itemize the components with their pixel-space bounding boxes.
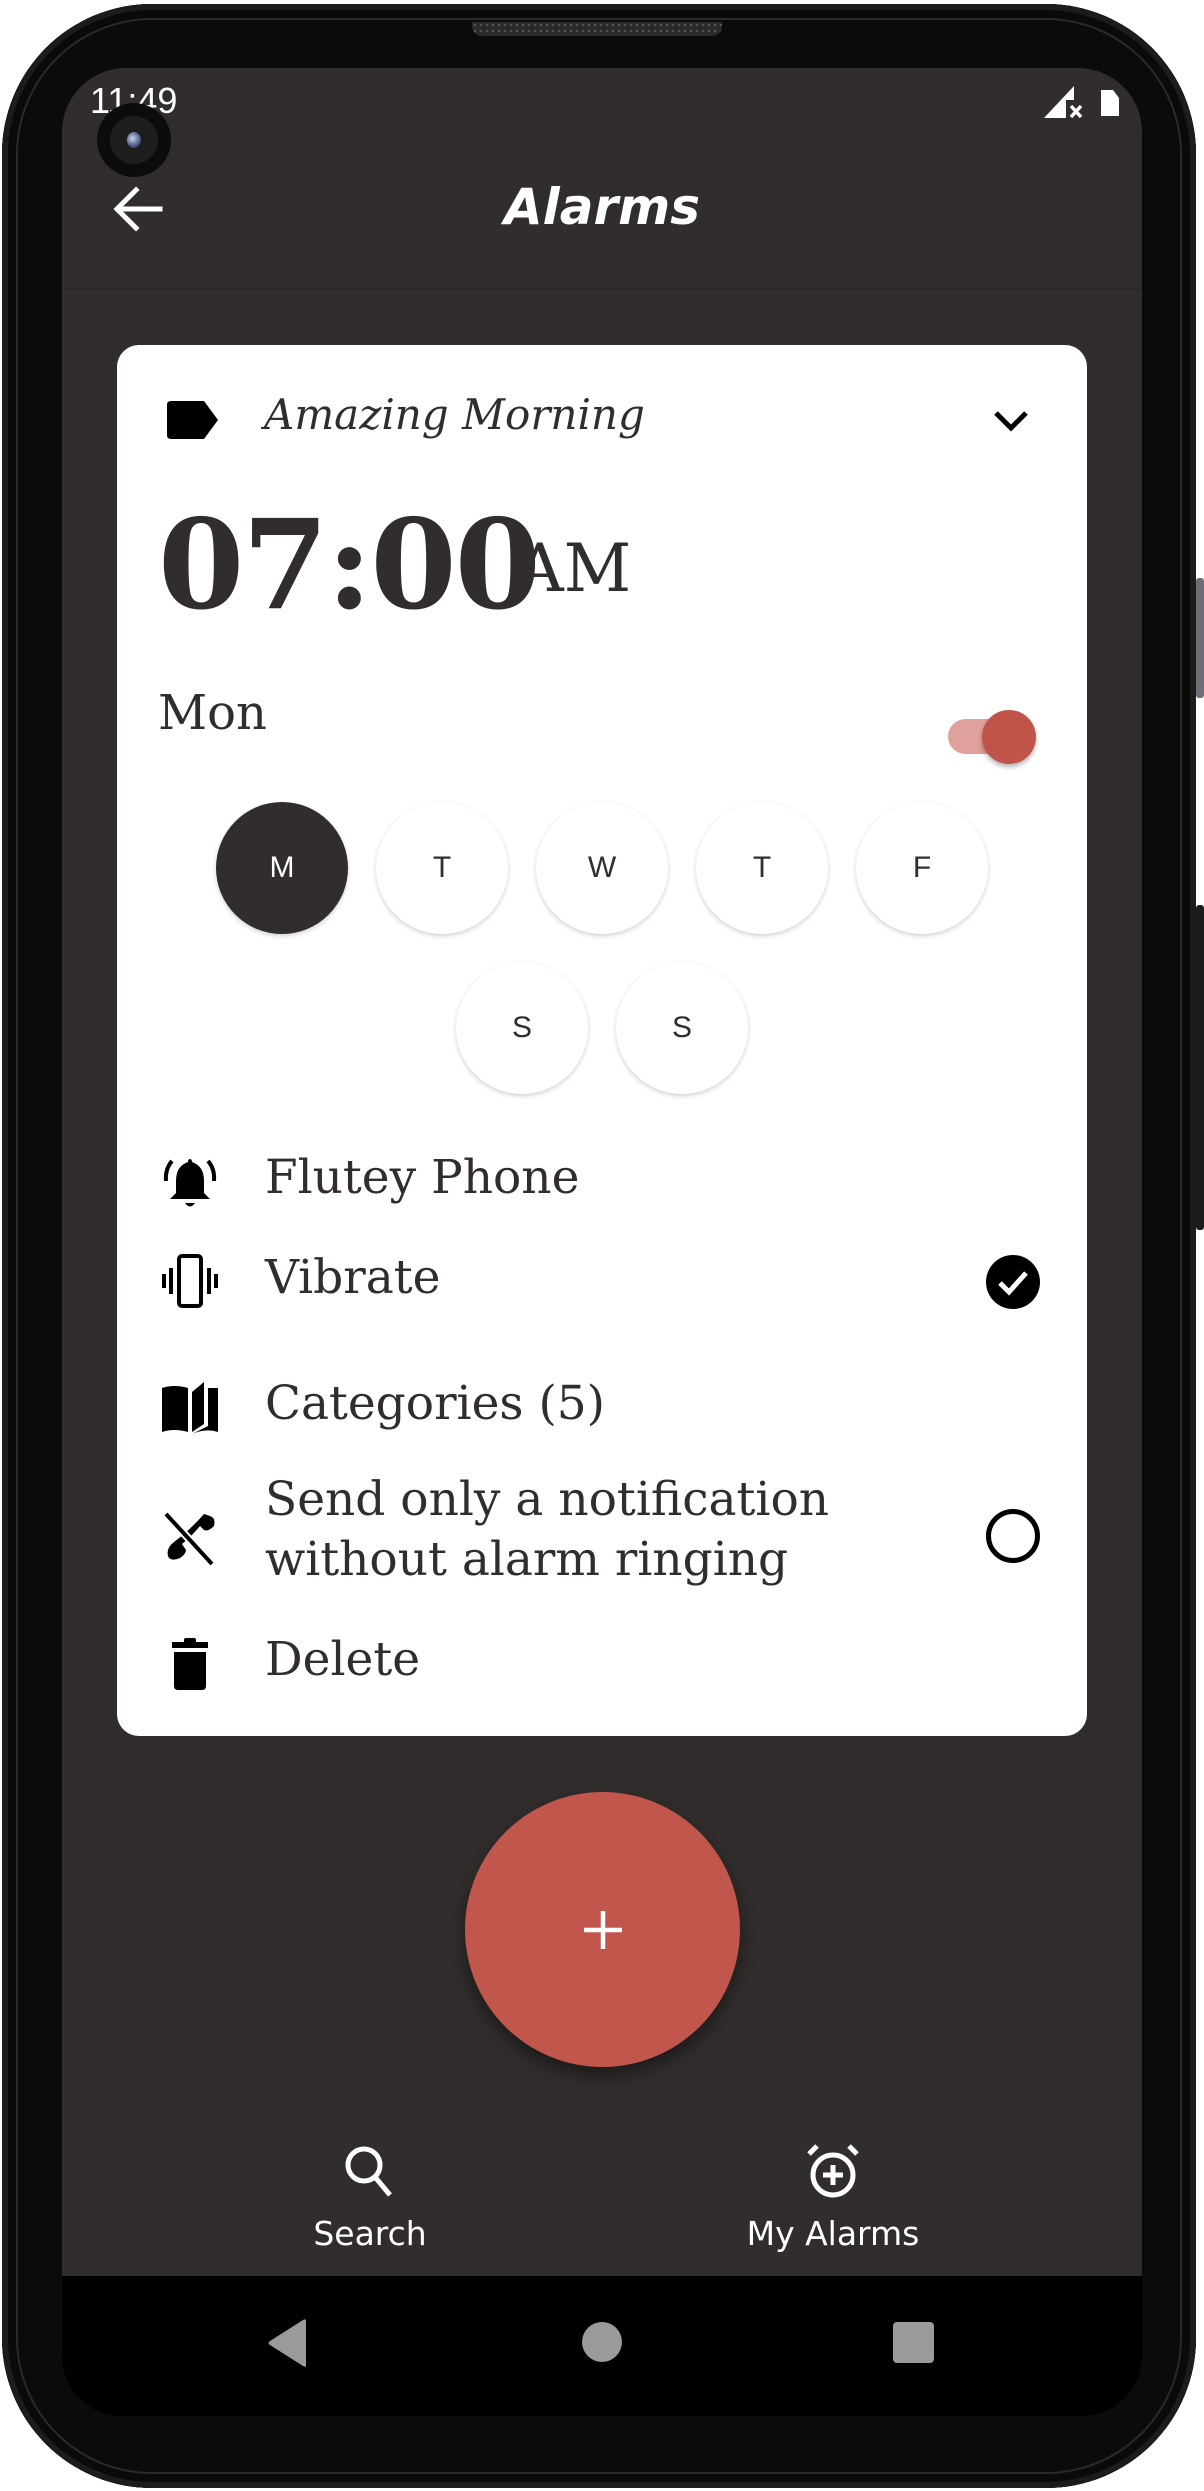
search-icon xyxy=(345,2146,392,2197)
plus-icon xyxy=(584,1911,622,1949)
alarm-add-icon xyxy=(807,2144,859,2198)
page-title: Alarms xyxy=(503,178,701,236)
day-toggle-tuesday[interactable]: T xyxy=(376,802,508,934)
tab-my-alarms-label: My Alarms xyxy=(746,2214,920,2253)
system-recents-icon[interactable] xyxy=(893,2322,934,2363)
categories-label: Categories (5) xyxy=(265,1376,606,1431)
add-alarm-fab[interactable] xyxy=(465,1792,740,2067)
day-toggle-monday[interactable]: M xyxy=(216,802,348,934)
vibration-icon xyxy=(162,1254,218,1308)
tab-search[interactable]: Search xyxy=(250,2140,490,2270)
chevron-down-icon[interactable] xyxy=(990,405,1032,435)
phone-off-icon xyxy=(163,1511,215,1567)
system-home-icon[interactable] xyxy=(582,2322,622,2362)
day-toggle-friday[interactable]: F xyxy=(856,802,988,934)
tab-search-label: Search xyxy=(313,2214,427,2253)
front-camera xyxy=(97,103,171,177)
tab-my-alarms[interactable]: My Alarms xyxy=(713,2140,953,2270)
alarm-time[interactable]: 07:00 xyxy=(158,493,541,638)
battery-icon xyxy=(1101,90,1119,116)
day-toggle-thursday[interactable]: T xyxy=(696,802,828,934)
notification-only-unchecked-icon[interactable] xyxy=(985,1508,1041,1564)
label-tag-icon xyxy=(167,401,218,439)
day-toggle-saturday[interactable]: S xyxy=(456,962,588,1094)
earpiece-speaker xyxy=(472,22,722,36)
vibrate-checked-icon[interactable] xyxy=(985,1254,1041,1310)
ringtone-label: Flutey Phone xyxy=(265,1150,580,1205)
volume-button xyxy=(1196,578,1204,698)
trash-icon xyxy=(172,1638,208,1690)
book-open-icon xyxy=(162,1382,218,1434)
app-bar-divider xyxy=(62,288,1142,290)
toggle-thumb xyxy=(982,710,1036,764)
notification-only-label-line2: without alarm ringing xyxy=(265,1532,789,1587)
power-button xyxy=(1196,905,1204,1230)
alarm-label[interactable]: Amazing Morning xyxy=(264,390,645,439)
alarm-enabled-toggle[interactable] xyxy=(944,708,1040,766)
system-back-icon[interactable] xyxy=(266,2318,310,2368)
day-toggle-wednesday[interactable]: W xyxy=(536,802,668,934)
repeat-summary: Mon xyxy=(158,685,267,741)
alarm-period: AM xyxy=(516,530,632,607)
notification-only-label-line1: Send only a notification xyxy=(265,1472,830,1527)
vibrate-label: Vibrate xyxy=(265,1250,441,1305)
signal-no-service-icon xyxy=(1044,86,1083,119)
day-toggle-sunday[interactable]: S xyxy=(616,962,748,1094)
bell-ringing-icon xyxy=(163,1159,217,1207)
delete-label: Delete xyxy=(265,1632,421,1687)
